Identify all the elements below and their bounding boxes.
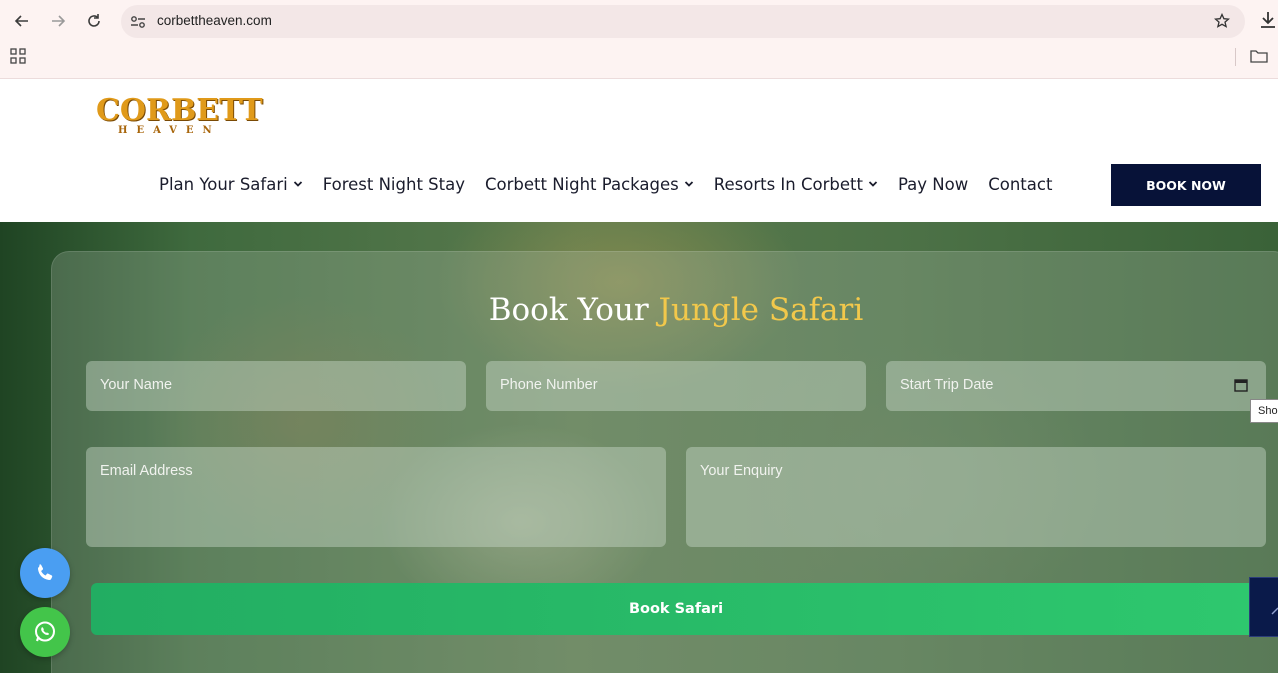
reload-icon [88,14,100,27]
star-icon[interactable] [1213,12,1231,30]
phone-icon [37,564,53,581]
back-icon [14,15,28,27]
whatsapp-icon [35,621,55,642]
nav-label: Corbett Night Packages [484,174,679,194]
site-header: CORBETT HEAVEN Plan Your Safari Forest N… [0,80,1278,222]
bookmark-separator [1235,48,1236,66]
chevron-down-icon [868,181,878,187]
nav-resorts-in-corbett[interactable]: Resorts In Corbett [714,175,878,194]
name-placeholder: Your Name [100,377,173,393]
phone-call-button[interactable] [20,548,70,598]
whatsapp-button[interactable] [20,607,70,657]
nav-contact[interactable]: Contact [988,175,1052,194]
nav-corbett-night-packages[interactable]: Corbett Night Packages [485,175,694,194]
site-logo[interactable]: CORBETT HEAVEN [96,94,263,138]
chevron-down-icon [293,181,302,187]
email-placeholder: Email Address [100,463,193,479]
form-title: Book Your Jungle Safari [0,292,1278,328]
browser-chrome: corbettheaven.com [0,0,1278,79]
folder-icon[interactable] [1250,48,1270,66]
chevron-down-icon [684,181,693,187]
apps-icon[interactable] [10,48,28,66]
forward-button[interactable] [45,8,71,34]
nav-label: Forest Night Stay [322,174,465,194]
email-input[interactable]: Email Address [86,447,666,547]
enquiry-placeholder: Your Enquiry [700,463,783,479]
nav-label: Contact [988,174,1053,194]
reload-button[interactable] [81,8,107,34]
nav-plan-your-safari[interactable]: Plan Your Safari [159,175,303,194]
nav-forest-night-stay[interactable]: Forest Night Stay [323,175,465,194]
arrow-up-icon [1271,607,1278,615]
form-title-accent: Jungle Safari [658,292,864,328]
scroll-to-top-button[interactable] [1249,577,1278,637]
nav-pay-now[interactable]: Pay Now [898,175,968,194]
forward-icon [52,15,66,27]
url-text: corbettheaven.com [157,13,272,28]
calendar-icon[interactable] [1234,378,1248,392]
address-bar[interactable]: corbettheaven.com [121,5,1245,38]
main-nav: Plan Your Safari Forest Night Stay Corbe… [159,162,1072,206]
start-date-input[interactable]: Start Trip Date [886,361,1266,411]
nav-label: Plan Your Safari [159,174,288,194]
form-title-main: Book Your [488,292,659,328]
nav-label: Pay Now [897,174,969,194]
name-input[interactable]: Your Name [86,361,466,411]
logo-word: CORBETT [96,93,263,128]
phone-placeholder: Phone Number [500,377,598,393]
download-icon[interactable] [1259,10,1278,32]
enquiry-textarea[interactable]: Your Enquiry [686,447,1266,547]
logo-subtitle: HEAVEN [118,125,221,136]
back-button[interactable] [9,8,35,34]
phone-input[interactable]: Phone Number [486,361,866,411]
book-now-button[interactable]: BOOK NOW [1111,164,1261,206]
book-safari-button[interactable]: Book Safari [91,583,1261,635]
date-placeholder: Start Trip Date [900,377,994,393]
nav-label: Resorts In Corbett [713,174,863,194]
site-info-icon[interactable] [129,13,147,31]
tooltip: Sho [1250,399,1278,423]
